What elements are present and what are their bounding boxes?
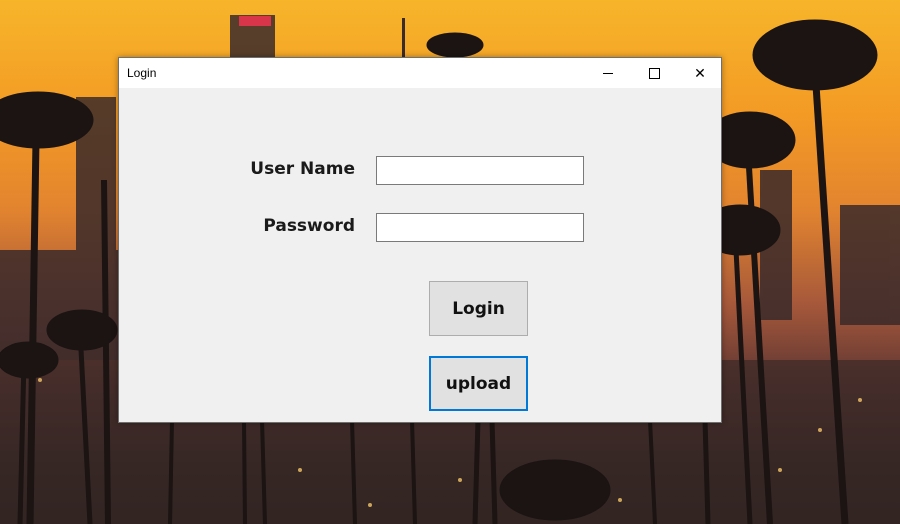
login-button[interactable]: Login [429, 281, 528, 336]
username-input[interactable] [376, 156, 584, 185]
window-title: Login [127, 66, 157, 80]
title-bar[interactable]: Login ✕ [119, 58, 721, 88]
minimize-icon [603, 72, 613, 74]
close-icon: ✕ [694, 64, 706, 81]
maximize-icon [648, 67, 660, 79]
password-input[interactable] [376, 213, 584, 242]
password-label: Password [263, 216, 355, 236]
maximize-button[interactable] [631, 58, 677, 88]
close-button[interactable]: ✕ [677, 58, 723, 88]
upload-button[interactable]: upload [429, 356, 528, 411]
desktop: Login ✕ User Name Password Login upload [0, 0, 900, 524]
minimize-button[interactable] [585, 58, 631, 88]
login-window: Login ✕ User Name Password Login upload [118, 57, 722, 423]
username-label: User Name [250, 159, 355, 179]
